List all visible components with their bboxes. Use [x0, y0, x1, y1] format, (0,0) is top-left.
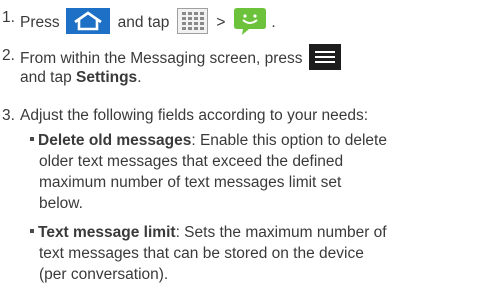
option-term: Delete old messages	[38, 132, 192, 149]
step-text-line2: and tap Settings.	[20, 68, 142, 88]
step-number: 3.	[2, 107, 15, 124]
bullet-icon	[30, 228, 34, 233]
step-text-suffix: .	[137, 69, 142, 86]
option-line: (per conversation).	[39, 266, 169, 283]
option-term: Text message limit	[38, 224, 176, 241]
option-line: text messages that can be stored on the …	[39, 245, 364, 262]
option-delete-old-messages: Delete old messages: Enable this option …	[30, 130, 387, 214]
option-desc: : Enable this option to delete	[191, 132, 387, 149]
option-line: below.	[39, 195, 83, 212]
option-desc: : Sets the maximum number of	[175, 224, 387, 241]
messaging-icon	[233, 6, 267, 36]
step-text: Adjust the following fields according to…	[20, 107, 369, 124]
step-text-line1: From within the Messaging screen, press	[20, 50, 303, 68]
step-text-prefix: and tap	[20, 69, 77, 86]
option-line: Delete old messages: Enable this option …	[30, 130, 387, 151]
step-number: 2.	[2, 47, 15, 64]
bullet-icon	[30, 136, 34, 141]
step-text: Press and tap > .	[20, 8, 276, 38]
step-text-gt: >	[216, 14, 226, 32]
apps-grid-icon	[177, 8, 209, 34]
option-line: older text messages that exceed the defi…	[39, 153, 344, 170]
step-number: 1.	[2, 9, 15, 26]
step-text-period: .	[271, 14, 276, 32]
home-icon	[65, 8, 110, 34]
settings-label: Settings	[76, 69, 138, 86]
step-text-press: Press	[20, 14, 60, 32]
step-text-and-tap: and tap	[117, 14, 170, 32]
option-line: maximum number of text messages limit se…	[39, 174, 342, 191]
option-line: Text message limit: Sets the maximum num…	[30, 222, 387, 243]
menu-icon	[308, 44, 341, 70]
option-text-message-limit: Text message limit: Sets the maximum num…	[30, 222, 387, 285]
